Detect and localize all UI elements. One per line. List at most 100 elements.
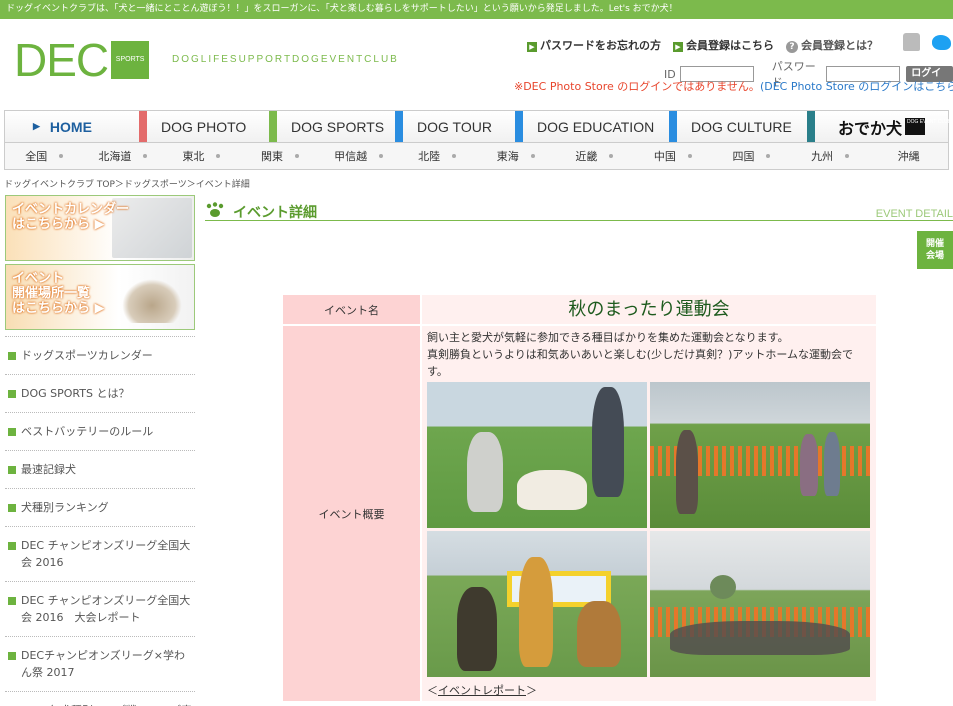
region-nav: 全国 北海道 東北 関東 甲信越 北陸 東海 近畿 中国 四国 九州 沖縄: [5, 143, 948, 169]
sidebar-item[interactable]: ベストバッテリーのルール: [5, 412, 195, 450]
tagline: DOGLIFESUPPORTDOGEVENTCLUB: [172, 54, 399, 65]
nav-dog-tour[interactable]: DOG TOUR: [395, 111, 515, 142]
odekake-label: おでか犬: [837, 120, 902, 138]
dot-separator: [609, 154, 614, 158]
sidebar-item[interactable]: DEC チャンピオンズリーグ全国大会 2016: [5, 526, 195, 581]
about-membership-link[interactable]: ? 会員登録とは？: [786, 37, 878, 53]
region-link[interactable]: 関東: [241, 148, 320, 164]
global-nav: ▶ HOME DOG PHOTO DOG SPORTS DOG TOUR DOG …: [4, 110, 951, 170]
logo-badge: SPORTS: [111, 41, 150, 79]
region-link[interactable]: 東海: [476, 148, 555, 164]
person-shape: [467, 432, 503, 512]
sidebar-item[interactable]: 犬種別ランキング: [5, 488, 195, 526]
login-notice: ※DEC Photo Store のログインではありません。(DEC Photo…: [514, 78, 953, 94]
person-shape: [592, 387, 624, 497]
region-link[interactable]: 近畿: [555, 148, 634, 164]
link-label: パスワードをお忘れの方: [540, 39, 661, 52]
main-nav: ▶ HOME DOG PHOTO DOG SPORTS DOG TOUR DOG …: [5, 111, 951, 143]
description-line: 真剣勝負というよりは和気あいあいと楽しむ(少しだけ真剣？)アットホームな運動会で…: [427, 348, 854, 378]
dec-logo[interactable]: DEC SPORTS: [14, 34, 150, 86]
venue-button-label: 開催 会場: [925, 239, 944, 261]
nav-dog-photo[interactable]: DOG PHOTO: [139, 111, 269, 142]
event-calendar-banner[interactable]: イベントカレンダー はこちらから ▶: [5, 195, 195, 261]
sidebar-item[interactable]: 2017年犬種別ハンデ戦 ハンデ表: [5, 691, 195, 706]
banner-text: イベント 開催場所一覧 はこちらから ▶: [12, 271, 105, 316]
photo-store-login-link[interactable]: (DEC Photo Store のログインはこちら): [760, 80, 953, 93]
region-label: 四国: [732, 150, 755, 163]
region-label: 九州: [811, 150, 834, 163]
notice-warning: ※DEC Photo Store のログインではありません。: [514, 80, 760, 93]
dot-separator: [766, 154, 771, 158]
region-link[interactable]: 東北: [162, 148, 241, 164]
paw-icon: [206, 202, 224, 217]
venue-list-banner[interactable]: イベント 開催場所一覧 はこちらから ▶: [5, 264, 195, 330]
venue-button[interactable]: 開催 会場: [917, 231, 953, 269]
event-photo[interactable]: [427, 382, 647, 528]
event-photo[interactable]: [427, 531, 647, 677]
table-row: イベント名 秋のまったり運動会: [283, 295, 876, 324]
sidebar-item[interactable]: DOG SPORTS とは？: [5, 374, 195, 412]
region-link[interactable]: 沖縄: [869, 148, 948, 164]
region-link[interactable]: 中国: [634, 148, 713, 164]
sidebar-item[interactable]: 最速記録犬: [5, 450, 195, 488]
triangle-icon: ▶: [33, 121, 40, 131]
event-photo[interactable]: [650, 382, 870, 528]
logo-text: DEC: [14, 34, 109, 86]
sidebar-item-label: DEC チャンピオンズリーグ全国大会 2016 大会レポート: [21, 594, 191, 624]
twitter-icon[interactable]: [932, 35, 951, 50]
slogan-text: ドッグイベントクラブは、「犬と一緒にとことん遊ぼう！！」をスローガンに、「犬と楽…: [6, 4, 678, 14]
sidebar-item[interactable]: ドッグスポーツカレンダー: [5, 336, 195, 374]
square-bullet-icon: [8, 652, 16, 660]
description-line: 飼い主と愛犬が気軽に参加できる種目ばかりを集めた運動会となります。: [427, 331, 789, 344]
nav-label: DOG EDUCATION: [537, 118, 655, 135]
table-row: イベント概要 飼い主と愛犬が気軽に参加できる種目ばかりを集めた運動会となります。…: [283, 326, 876, 701]
event-summary-cell: 飼い主と愛犬が気軽に参加できる種目ばかりを集めた運動会となります。真剣勝負という…: [422, 326, 876, 701]
region-label: 全国: [25, 150, 48, 163]
group-shape: [670, 621, 850, 655]
arrow-icon: ▶: [527, 42, 537, 52]
link-label: 会員登録とは？: [801, 39, 878, 52]
event-detail-table: イベント名 秋のまったり運動会 イベント概要 飼い主と愛犬が気軽に参加できる種目…: [281, 293, 878, 703]
square-bullet-icon: [8, 390, 16, 398]
banner-text: イベントカレンダー はこちらから ▶: [12, 202, 130, 232]
region-link[interactable]: 北海道: [84, 148, 163, 164]
region-link[interactable]: 九州: [791, 148, 870, 164]
sidebar-item-label: DECチャンピオンズリーグ×学わん祭 2017: [21, 649, 185, 679]
event-name-label: イベント名: [283, 295, 420, 324]
dot-separator: [143, 154, 148, 158]
sidebar-item[interactable]: DEC チャンピオンズリーグ全国大会 2016 大会レポート: [5, 581, 195, 636]
bracket: ＞: [526, 684, 537, 697]
region-label: 東海: [496, 150, 519, 163]
sidebar-item[interactable]: DECチャンピオンズリーグ×学わん祭 2017: [5, 636, 195, 691]
cat-icon[interactable]: [903, 33, 920, 51]
odekake-badge: DOG EVENT CLUB: [905, 118, 951, 135]
nav-dog-culture[interactable]: DOG CULTURE: [669, 111, 807, 142]
nav-home[interactable]: ▶ HOME: [5, 111, 139, 142]
region-link[interactable]: 全国: [5, 148, 84, 164]
nav-dog-sports[interactable]: DOG SPORTS: [269, 111, 395, 142]
dot-separator: [216, 154, 221, 158]
region-link[interactable]: 北陸: [398, 148, 477, 164]
register-link[interactable]: ▶ 会員登録はこちら: [673, 37, 774, 53]
dog-shape: [517, 470, 587, 510]
region-link[interactable]: 四国: [712, 148, 791, 164]
region-link[interactable]: 甲信越: [319, 148, 398, 164]
nav-odekake[interactable]: おでか犬 DOG EVENT CLUB: [807, 111, 951, 142]
event-name: 秋のまったり運動会: [568, 299, 730, 320]
dog-shape: [577, 601, 621, 667]
region-label: 北海道: [98, 150, 132, 163]
region-label: 関東: [261, 150, 284, 163]
nav-dog-education[interactable]: DOG EDUCATION: [515, 111, 669, 142]
event-report-link[interactable]: イベントレポート: [438, 684, 526, 697]
region-label: 沖縄: [897, 150, 920, 163]
event-photo[interactable]: [650, 531, 870, 677]
square-bullet-icon: [8, 428, 16, 436]
question-icon: ?: [786, 41, 798, 53]
forgot-password-link[interactable]: ▶ パスワードをお忘れの方: [527, 37, 661, 53]
dot-separator: [452, 154, 457, 158]
person-shape: [800, 434, 818, 496]
dot-separator: [530, 154, 535, 158]
nav-label: HOME: [49, 118, 92, 135]
region-label: 近畿: [575, 150, 598, 163]
dog-image: [122, 279, 182, 323]
